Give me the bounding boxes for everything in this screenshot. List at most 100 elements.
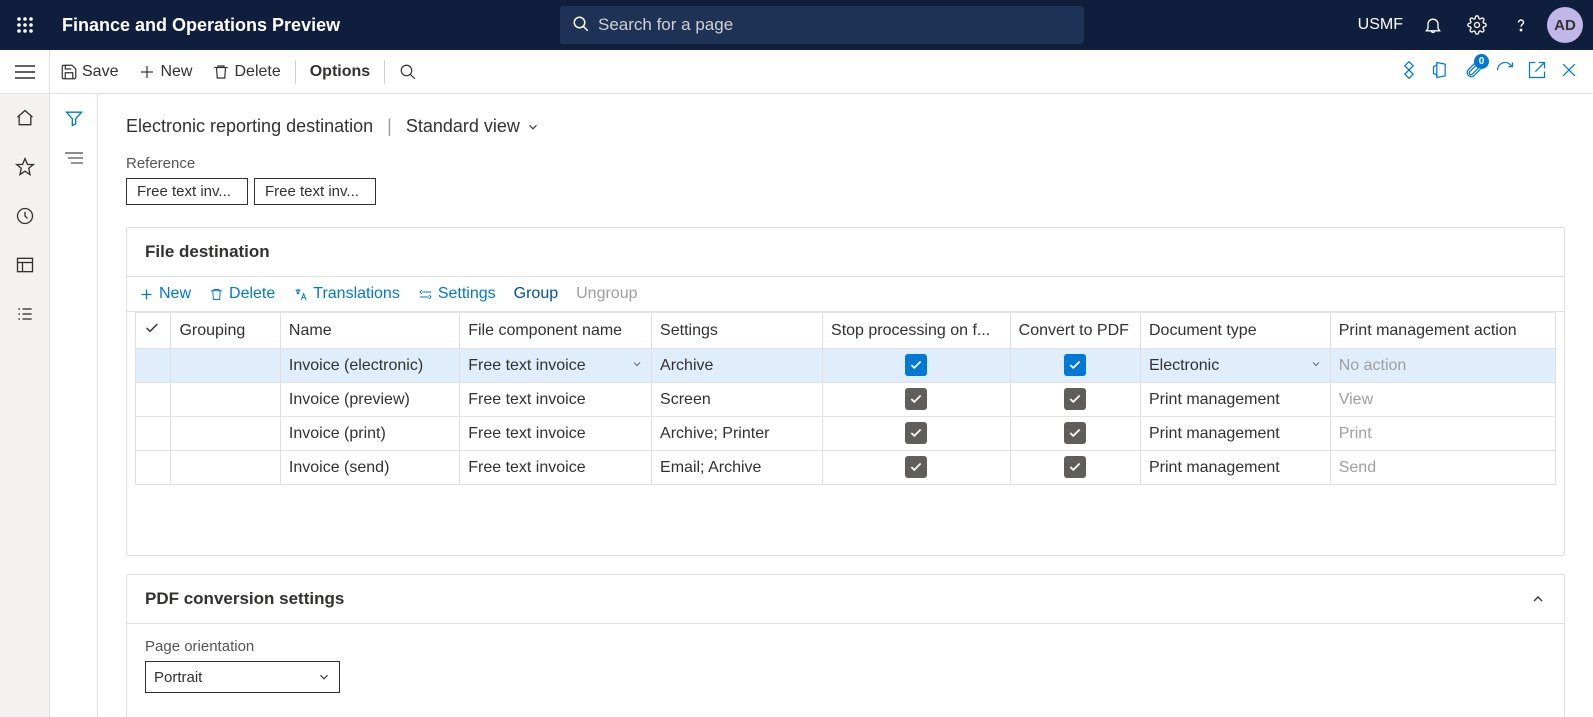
search-input[interactable]: Search for a page xyxy=(560,6,1084,44)
app-launcher-icon[interactable] xyxy=(0,0,50,50)
help-icon[interactable] xyxy=(1503,7,1539,43)
cell-stop[interactable] xyxy=(823,349,1011,383)
grid-delete-button[interactable]: Delete xyxy=(209,285,275,303)
attachments-icon[interactable]: 0 xyxy=(1463,60,1483,83)
reference-value[interactable]: Free text inv... xyxy=(126,178,248,205)
cell-name[interactable]: Invoice (preview) xyxy=(280,383,459,417)
cell-action[interactable]: Print xyxy=(1330,417,1555,451)
recent-icon[interactable] xyxy=(15,206,35,229)
notifications-icon[interactable] xyxy=(1415,7,1451,43)
cell-grouping[interactable] xyxy=(171,383,280,417)
page-orientation-select[interactable]: Portrait xyxy=(145,661,340,693)
row-selector[interactable] xyxy=(136,417,171,451)
row-selector[interactable] xyxy=(136,349,171,383)
filter-icon[interactable] xyxy=(64,108,84,131)
action-search-button[interactable] xyxy=(389,50,427,94)
cell-grouping[interactable] xyxy=(171,417,280,451)
checkbox-icon[interactable] xyxy=(1064,354,1086,376)
cell-doc-type[interactable]: Electronic xyxy=(1140,349,1330,383)
reference-row: Free text inv... Free text inv... xyxy=(126,178,1565,205)
cell-doc-type[interactable]: Print management xyxy=(1140,417,1330,451)
cell-settings[interactable]: Archive; Printer xyxy=(652,417,823,451)
checkbox-icon[interactable] xyxy=(905,456,927,478)
cell-stop[interactable] xyxy=(823,383,1011,417)
cell-settings[interactable]: Archive xyxy=(652,349,823,383)
cell-grouping[interactable] xyxy=(171,451,280,485)
cell-stop[interactable] xyxy=(823,451,1011,485)
refresh-icon[interactable] xyxy=(1495,60,1515,83)
grid-toolbar: New Delete Translations Settings Group xyxy=(127,277,1564,312)
separator xyxy=(295,60,296,84)
cell-action[interactable]: View xyxy=(1330,383,1555,417)
cell-doc-type[interactable]: Print management xyxy=(1140,451,1330,485)
checkbox-icon[interactable] xyxy=(1064,456,1086,478)
cell-name[interactable]: Invoice (electronic) xyxy=(280,349,459,383)
col-grouping[interactable]: Grouping xyxy=(171,313,280,349)
checkbox-icon[interactable] xyxy=(905,354,927,376)
table-row[interactable]: Invoice (print)Free text invoiceArchive;… xyxy=(136,417,1556,451)
file-destination-header[interactable]: File destination xyxy=(127,228,1564,277)
cell-grouping[interactable] xyxy=(171,349,280,383)
options-button[interactable]: Options xyxy=(300,50,380,94)
table-row[interactable]: Invoice (electronic)Free text invoiceArc… xyxy=(136,349,1556,383)
nav-toggle-icon[interactable] xyxy=(0,50,50,94)
pdf-conversion-body: Page orientation Portrait xyxy=(127,624,1564,717)
cell-settings[interactable]: Screen xyxy=(652,383,823,417)
reference-value[interactable]: Free text inv... xyxy=(254,178,376,205)
office-icon[interactable] xyxy=(1431,60,1451,83)
delete-button[interactable]: Delete xyxy=(202,50,290,94)
options-label: Options xyxy=(310,63,370,81)
pdf-conversion-header[interactable]: PDF conversion settings xyxy=(127,575,1564,624)
cell-component[interactable]: Free text invoice xyxy=(460,349,652,383)
cell-name[interactable]: Invoice (send) xyxy=(280,451,459,485)
grid-translations-button[interactable]: Translations xyxy=(293,285,400,303)
checkbox-icon[interactable] xyxy=(905,422,927,444)
save-button[interactable]: Save xyxy=(50,50,128,94)
col-component[interactable]: File component name xyxy=(460,313,652,349)
cell-name[interactable]: Invoice (print) xyxy=(280,417,459,451)
cell-stop[interactable] xyxy=(823,417,1011,451)
checkbox-icon[interactable] xyxy=(905,388,927,410)
cell-convert[interactable] xyxy=(1010,383,1140,417)
workspaces-icon[interactable] xyxy=(15,255,35,278)
separator: | xyxy=(387,116,392,137)
settings-icon[interactable] xyxy=(1459,7,1495,43)
grid-settings-button[interactable]: Settings xyxy=(418,285,496,303)
cell-action[interactable]: No action xyxy=(1330,349,1555,383)
cell-doc-type[interactable]: Print management xyxy=(1140,383,1330,417)
cell-convert[interactable] xyxy=(1010,349,1140,383)
cell-component[interactable]: Free text invoice xyxy=(460,417,652,451)
grid-group-button[interactable]: Group xyxy=(514,285,558,303)
cell-component[interactable]: Free text invoice xyxy=(460,451,652,485)
col-doc-type[interactable]: Document type xyxy=(1140,313,1330,349)
table-row[interactable]: Invoice (preview)Free text invoiceScreen… xyxy=(136,383,1556,417)
col-action[interactable]: Print management action xyxy=(1330,313,1555,349)
cell-convert[interactable] xyxy=(1010,417,1140,451)
related-info-icon[interactable] xyxy=(65,151,83,168)
checkbox-icon[interactable] xyxy=(1064,388,1086,410)
company-code[interactable]: USMF xyxy=(1358,16,1403,34)
col-convert[interactable]: Convert to PDF xyxy=(1010,313,1140,349)
grid-new-button[interactable]: New xyxy=(139,285,191,303)
cell-settings[interactable]: Email; Archive xyxy=(652,451,823,485)
row-selector[interactable] xyxy=(136,383,171,417)
favorites-icon[interactable] xyxy=(15,157,35,180)
cell-convert[interactable] xyxy=(1010,451,1140,485)
checkbox-icon[interactable] xyxy=(1064,422,1086,444)
avatar[interactable]: AD xyxy=(1547,7,1583,43)
modules-icon[interactable] xyxy=(15,304,35,327)
diamond-icon[interactable] xyxy=(1399,60,1419,83)
cell-component[interactable]: Free text invoice xyxy=(460,383,652,417)
row-selector[interactable] xyxy=(136,451,171,485)
table-row[interactable]: Invoice (send)Free text invoiceEmail; Ar… xyxy=(136,451,1556,485)
new-button[interactable]: New xyxy=(128,50,202,94)
col-name[interactable]: Name xyxy=(280,313,459,349)
col-settings[interactable]: Settings xyxy=(652,313,823,349)
cell-action[interactable]: Send xyxy=(1330,451,1555,485)
view-selector[interactable]: Standard view xyxy=(406,116,540,137)
col-stop[interactable]: Stop processing on f... xyxy=(823,313,1011,349)
home-icon[interactable] xyxy=(15,108,35,131)
col-select[interactable] xyxy=(136,313,171,349)
popout-icon[interactable] xyxy=(1527,60,1547,83)
close-icon[interactable] xyxy=(1559,60,1579,83)
